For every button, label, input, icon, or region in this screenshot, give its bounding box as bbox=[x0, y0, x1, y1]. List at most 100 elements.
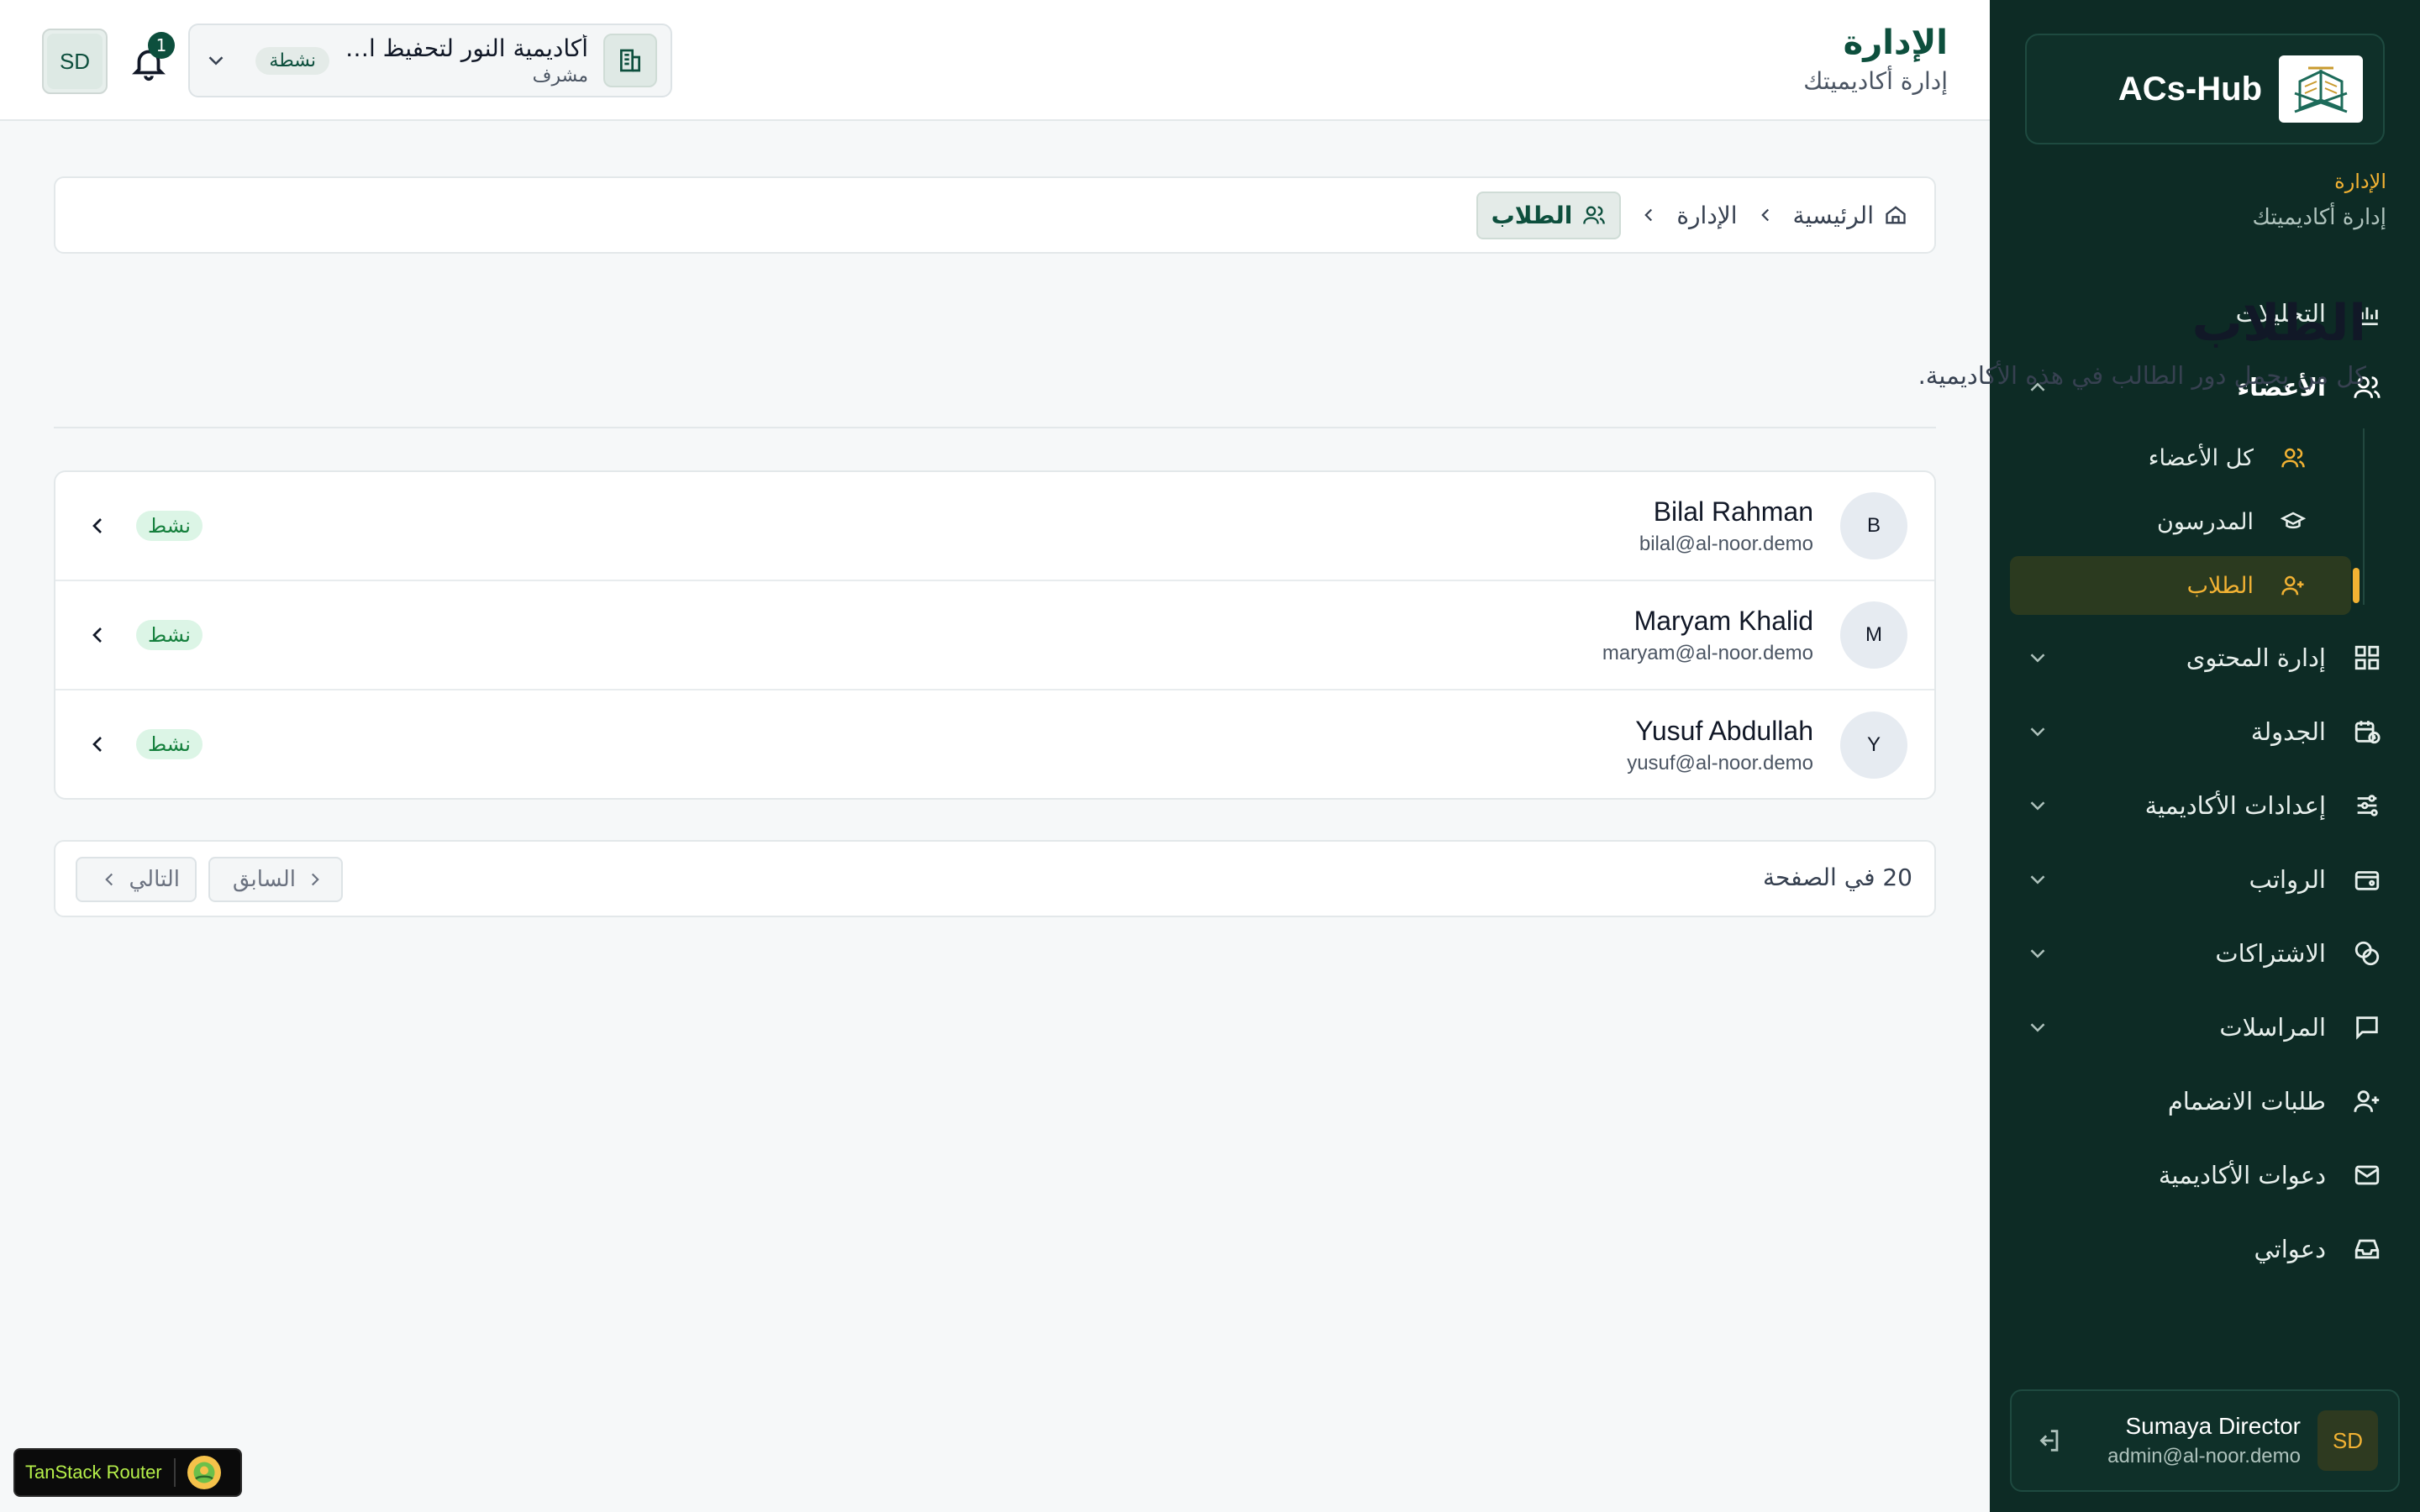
next-page-button[interactable]: التالي bbox=[76, 857, 197, 902]
student-meta: Bilal Rahman bilal@al-noor.demo bbox=[1639, 496, 1813, 556]
academy-meta: أكاديمية النور لتحفيظ القرآن مشرف bbox=[345, 34, 588, 87]
top-header: الإدارة إدارة أكاديميتك أكاديمية النور ل… bbox=[0, 0, 1990, 121]
academy-name: أكاديمية النور لتحفيظ القرآن bbox=[345, 34, 588, 62]
sidebar-item-label: دعواتي bbox=[2254, 1235, 2327, 1263]
grid-icon bbox=[2351, 642, 2383, 674]
breadcrumb-home-label: الرئيسية bbox=[1792, 201, 1874, 229]
sidebar-subitem-all-members[interactable]: كل الأعضاء bbox=[1990, 428, 2333, 487]
brand-card[interactable]: ACs-Hub bbox=[2025, 34, 2385, 144]
header-title-block: الإدارة إدارة أكاديميتك bbox=[1803, 24, 1948, 95]
user-name: Sumaya Director bbox=[2125, 1413, 2301, 1439]
home-icon bbox=[1886, 206, 1906, 224]
next-page-label: التالي bbox=[129, 867, 180, 892]
user-plus-icon bbox=[2279, 571, 2307, 600]
user-plus-icon bbox=[2351, 1085, 2383, 1117]
breadcrumb-admin[interactable]: الإدارة bbox=[1676, 202, 1737, 229]
chevron-down-icon bbox=[2030, 654, 2045, 663]
student-name: Bilal Rahman bbox=[1653, 496, 1813, 527]
list-item[interactable]: M Maryam Khalid maryam@al-noor.demo نشط bbox=[55, 581, 1934, 690]
sidebar-item-salaries[interactable]: الرواتب bbox=[1990, 850, 2420, 909]
sidebar-item-label: إدارة المحتوى bbox=[2186, 643, 2326, 672]
student-name: Maryam Khalid bbox=[1634, 605, 1813, 636]
list-item[interactable]: Y Yusuf Abdullah yusuf@al-noor.demo نشط bbox=[55, 690, 1934, 798]
academy-status-badge: نشطة bbox=[255, 46, 329, 75]
prev-page-label: السابق bbox=[232, 867, 296, 892]
users-icon bbox=[2279, 444, 2307, 472]
devtools-label: TanStack Router bbox=[25, 1462, 162, 1483]
header-avatar[interactable]: SD bbox=[42, 29, 108, 94]
breadcrumb-admin-label: الإدارة bbox=[1676, 201, 1738, 229]
sidebar-section-header: الإدارة إدارة أكاديميتك bbox=[2253, 170, 2386, 230]
brand-name: ACs-Hub bbox=[2118, 70, 2262, 108]
logout-icon[interactable] bbox=[2032, 1424, 2065, 1457]
breadcrumb: الرئيسية الإدارة الطلاب bbox=[54, 176, 1936, 254]
sidebar-item-label: المراسلات bbox=[2219, 1013, 2326, 1042]
status-badge: نشط bbox=[136, 620, 203, 650]
breadcrumb-current: الطلاب bbox=[1476, 191, 1622, 239]
sidebar-item-my-invites[interactable]: دعواتي bbox=[1990, 1220, 2420, 1278]
avatar: Y bbox=[1840, 711, 1907, 779]
brand-logo-icon bbox=[2279, 55, 2363, 123]
graduation-cap-icon bbox=[2279, 507, 2307, 536]
sidebar-item-academy-invites[interactable]: دعوات الأكاديمية bbox=[1990, 1146, 2420, 1205]
mail-icon bbox=[2351, 1159, 2383, 1191]
sliders-icon bbox=[2351, 790, 2383, 822]
sidebar-item-academy-settings[interactable]: إعدادات الأكاديمية bbox=[1990, 776, 2420, 835]
active-indicator bbox=[2353, 568, 2360, 603]
sidebar-item-label: الرواتب bbox=[2249, 865, 2326, 894]
list-item[interactable]: B Bilal Rahman bilal@al-noor.demo نشط bbox=[55, 472, 1934, 581]
sidebar-subitem-students[interactable]: الطلاب bbox=[2010, 556, 2351, 615]
avatar: B bbox=[1840, 492, 1907, 559]
header-subtitle: إدارة أكاديميتك bbox=[1803, 67, 1948, 95]
tanstack-logo-icon bbox=[187, 1456, 221, 1489]
sidebar-item-schedule[interactable]: الجدولة bbox=[1990, 702, 2420, 761]
sidebar-subitem-label: الطلاب bbox=[2186, 572, 2254, 599]
per-page-label[interactable]: 20 في الصفحة bbox=[1763, 864, 1912, 891]
devtools-separator bbox=[173, 1458, 176, 1487]
sidebar-item-content[interactable]: إدارة المحتوى bbox=[1990, 628, 2420, 687]
chevron-left-icon bbox=[1760, 208, 1769, 222]
students-list: B Bilal Rahman bilal@al-noor.demo نشط M … bbox=[54, 470, 1936, 800]
calendar-clock-icon bbox=[2351, 716, 2383, 748]
status-badge: نشط bbox=[136, 729, 203, 759]
submenu-rail bbox=[2363, 428, 2365, 605]
sidebar-section-key: الإدارة bbox=[2334, 170, 2386, 193]
student-meta: Maryam Khalid maryam@al-noor.demo bbox=[1602, 606, 1813, 665]
chevron-left-icon bbox=[311, 873, 319, 886]
user-email: admin@al-noor.demo bbox=[2107, 1445, 2301, 1467]
avatar: M bbox=[1840, 601, 1907, 669]
sidebar-item-join-requests[interactable]: طلبات الانضمام bbox=[1990, 1072, 2420, 1131]
sidebar-subitem-label: المدرسون bbox=[2157, 508, 2254, 535]
student-name: Yusuf Abdullah bbox=[1635, 715, 1813, 746]
tanstack-router-devtools-button[interactable]: TanStack Router bbox=[13, 1448, 242, 1497]
page-title: الطلاب bbox=[2191, 294, 2366, 353]
sidebar: ACs-Hub الإدارة إدارة أكاديميتك التحليلا… bbox=[1990, 0, 2420, 1512]
chevron-left-icon bbox=[92, 518, 102, 533]
sidebar-subitem-label: كل الأعضاء bbox=[2148, 444, 2254, 471]
inbox-icon bbox=[2351, 1233, 2383, 1265]
header-title: الإدارة bbox=[1843, 24, 1948, 62]
student-email: yusuf@al-noor.demo bbox=[1627, 751, 1813, 774]
sidebar-section-value: إدارة أكاديميتك bbox=[2252, 205, 2386, 230]
breadcrumb-current-label: الطلاب bbox=[1491, 201, 1573, 229]
pagination-bar: 20 في الصفحة السابق التالي bbox=[54, 840, 1936, 917]
sidebar-item-subscriptions[interactable]: الاشتراكات bbox=[1990, 924, 2420, 983]
sidebar-subitem-teachers[interactable]: المدرسون bbox=[1990, 492, 2333, 551]
coins-icon bbox=[2351, 937, 2383, 969]
sidebar-item-label: الجدولة bbox=[2250, 717, 2326, 746]
chevron-down-icon bbox=[2030, 727, 2045, 737]
message-square-icon bbox=[2351, 1011, 2383, 1043]
sidebar-user-card: SD Sumaya Director admin@al-noor.demo bbox=[2010, 1389, 2400, 1492]
chevron-down-icon bbox=[2030, 1023, 2045, 1032]
student-email: maryam@al-noor.demo bbox=[1602, 641, 1813, 664]
chevron-down-icon bbox=[2030, 801, 2045, 811]
status-badge: نشط bbox=[136, 511, 203, 541]
academy-switcher[interactable]: أكاديمية النور لتحفيظ القرآن مشرف نشطة bbox=[188, 24, 672, 97]
sidebar-item-label: دعوات الأكاديمية bbox=[2158, 1161, 2326, 1189]
sidebar-item-label: طلبات الانضمام bbox=[2167, 1087, 2326, 1116]
prev-page-button[interactable]: السابق bbox=[208, 857, 343, 902]
wallet-icon bbox=[2351, 864, 2383, 895]
sidebar-item-messages[interactable]: المراسلات bbox=[1990, 998, 2420, 1057]
breadcrumb-home[interactable]: الرئيسية bbox=[1793, 202, 1907, 229]
divider bbox=[54, 427, 1936, 428]
